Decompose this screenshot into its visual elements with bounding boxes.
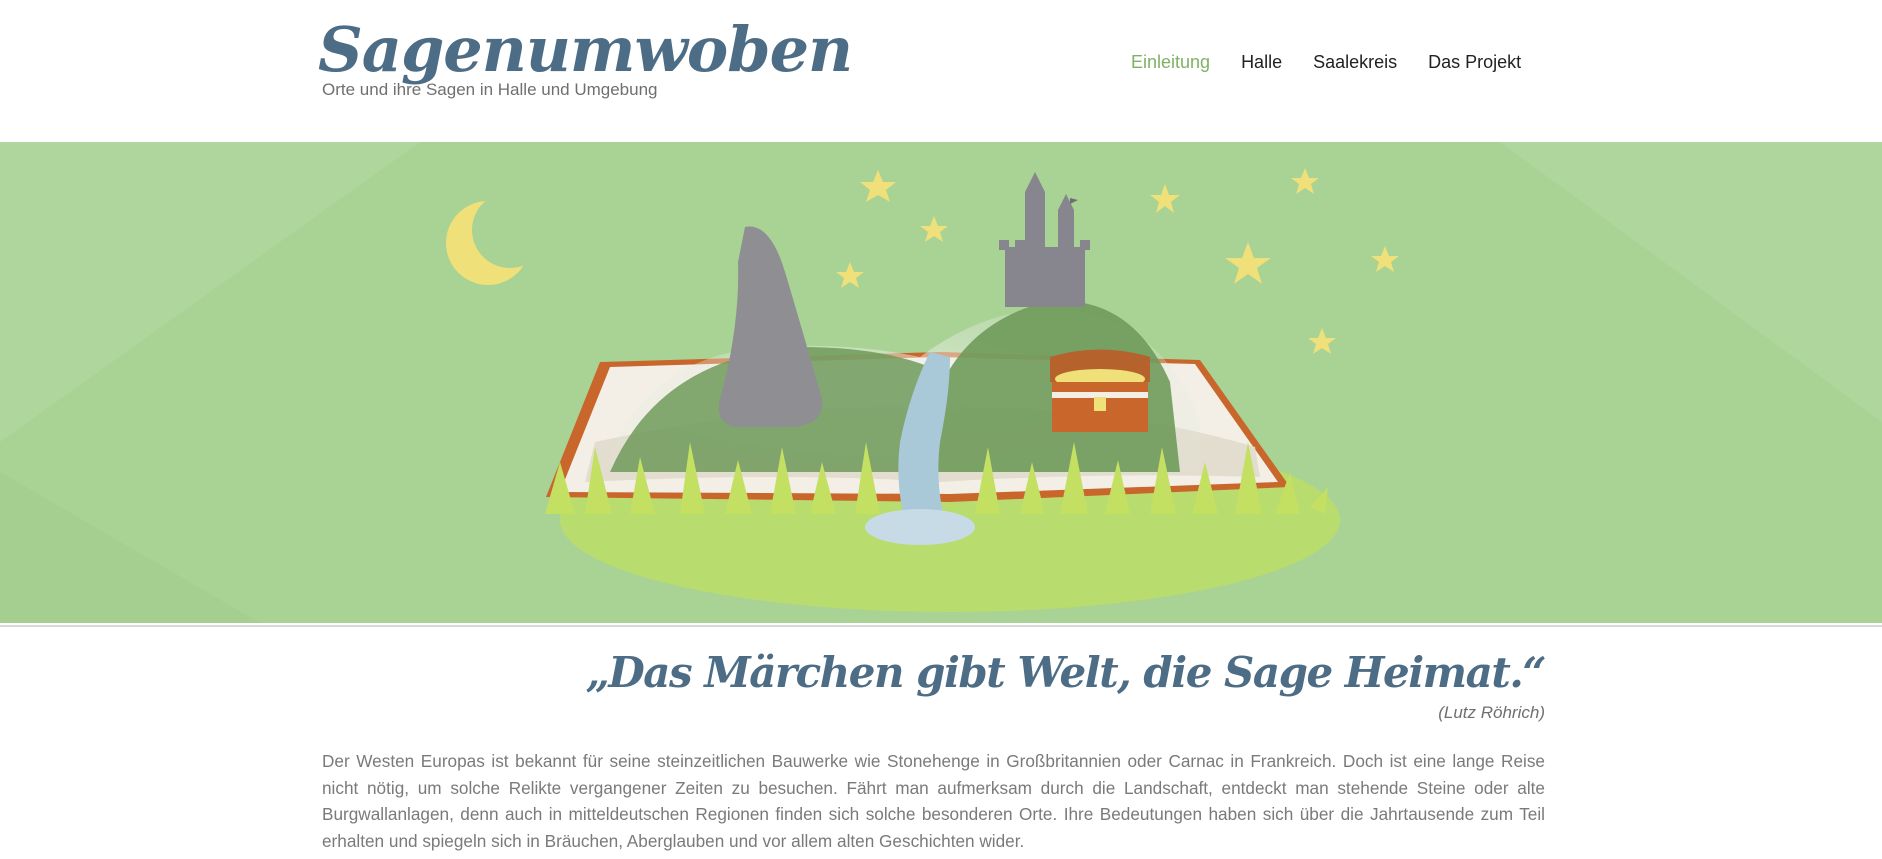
hero-divider <box>0 625 1882 627</box>
motto-quote: „Das Märchen gibt Welt, die Sage Heimat.… <box>585 648 1547 697</box>
hero-illustration <box>0 142 1882 623</box>
site-header: Sagenumwoben Orte und ihre Sagen in Hall… <box>0 0 1882 142</box>
nav-item-einleitung[interactable]: Einleitung <box>1131 52 1210 73</box>
site-logo[interactable]: Sagenumwoben <box>318 10 853 90</box>
treasure-chest-icon <box>1050 349 1150 432</box>
nav-item-halle[interactable]: Halle <box>1241 52 1282 73</box>
intro-paragraph: Der Westen Europas ist bekannt für seine… <box>322 751 1545 851</box>
main-nav: Einleitung Halle Saalekreis Das Projekt <box>1131 52 1521 73</box>
site-tagline: Orte und ihre Sagen in Halle und Umgebun… <box>322 80 658 99</box>
hero-banner <box>0 142 1882 623</box>
quote-author: (Lutz Röhrich) <box>1438 703 1545 722</box>
nav-item-das-projekt[interactable]: Das Projekt <box>1428 52 1521 73</box>
nav-item-saalekreis[interactable]: Saalekreis <box>1313 52 1397 73</box>
